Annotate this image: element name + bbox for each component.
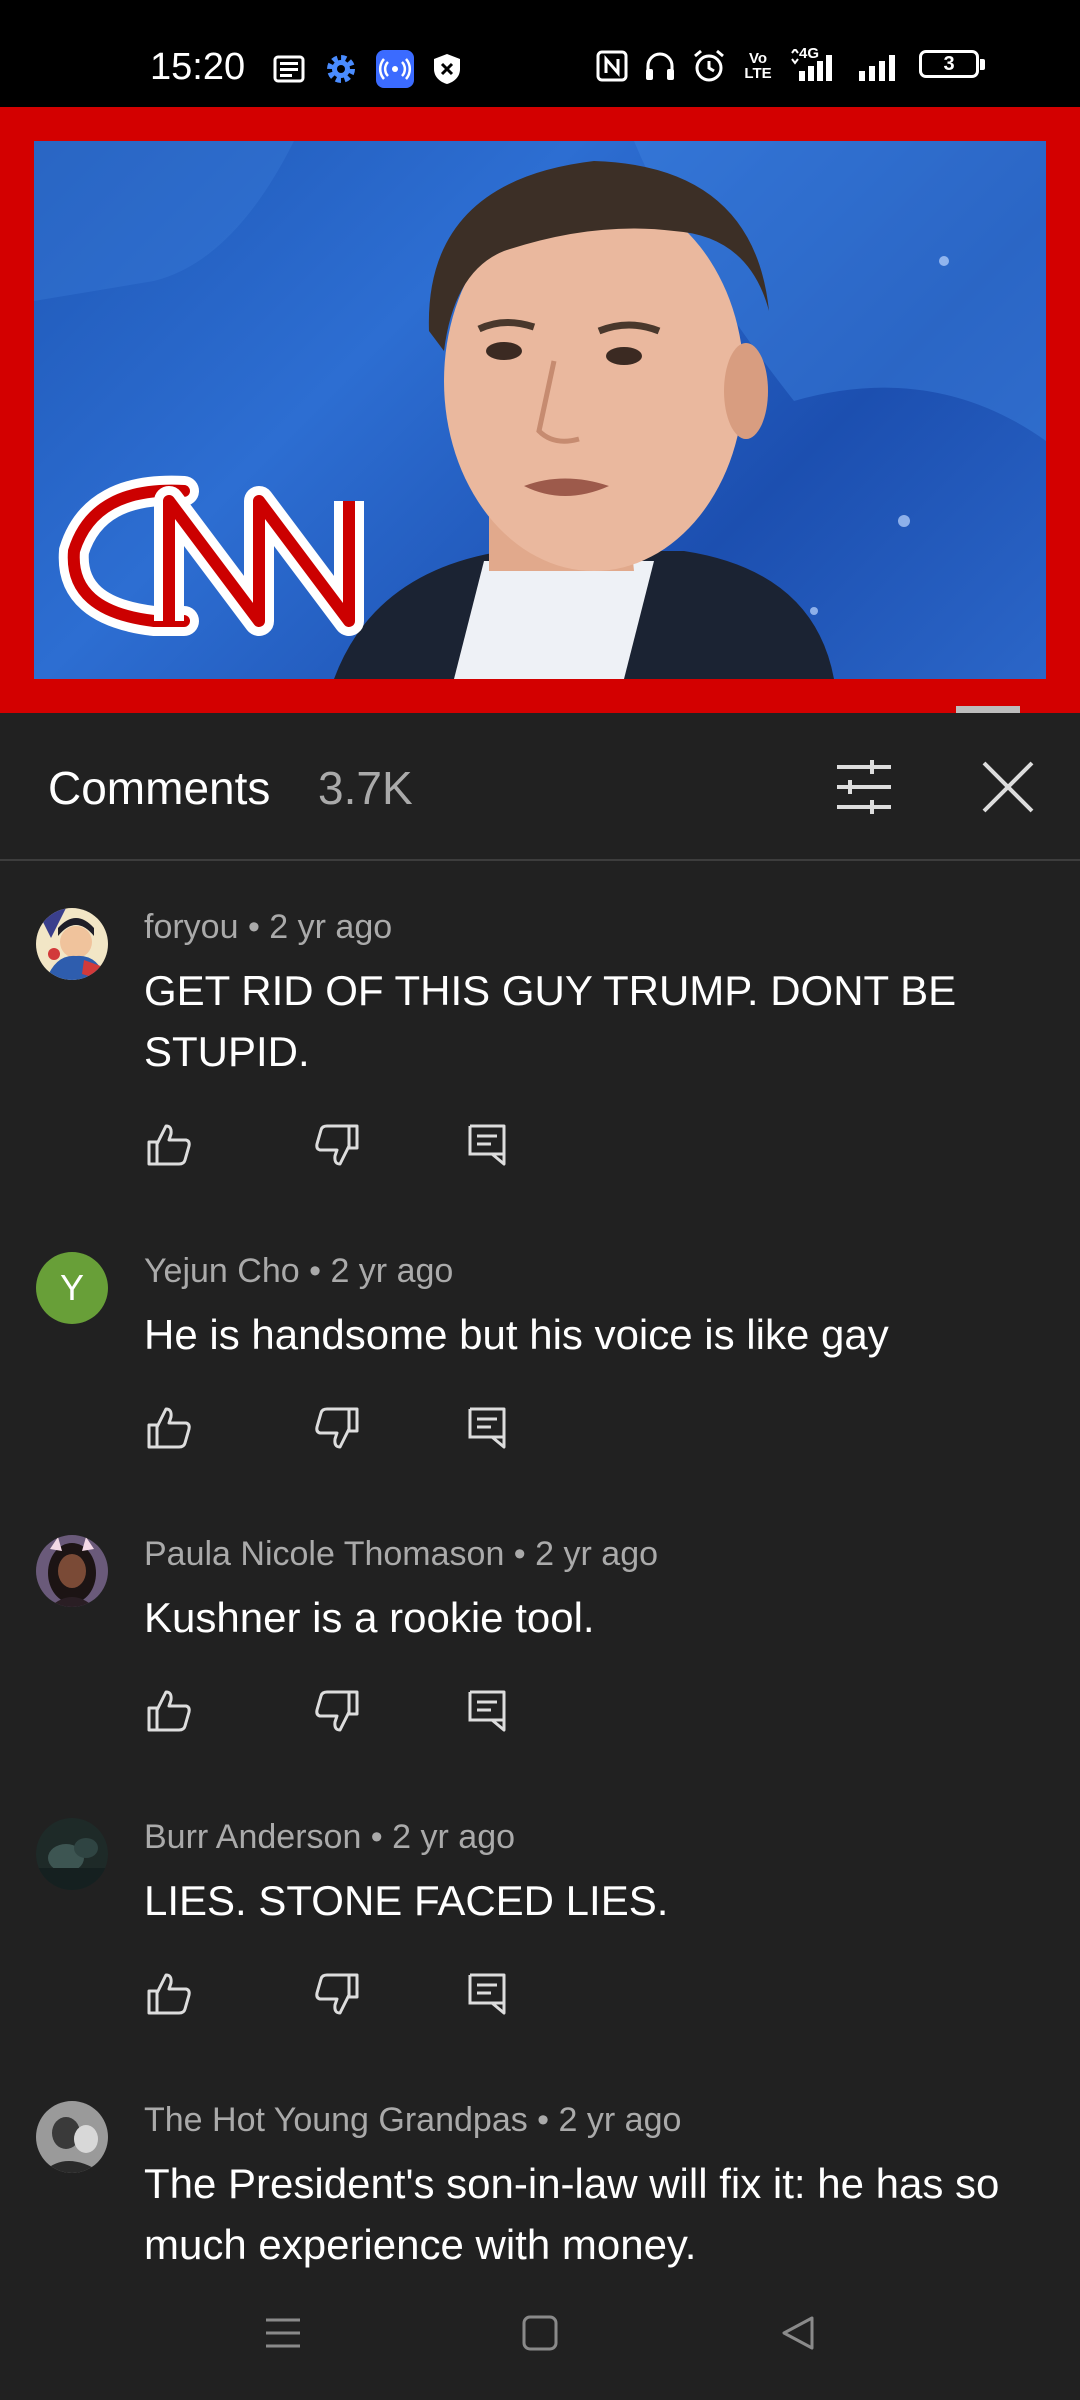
home-icon[interactable] [521, 2314, 559, 2352]
news-anchor-image [34, 141, 1046, 679]
comment-meta: The Hot Young Grandpas • 2 yr ago [144, 2101, 681, 2140]
comments-title: Comments [48, 762, 271, 814]
meta-separator: • [527, 2101, 559, 2139]
signal-icon [859, 55, 895, 81]
nfc-icon [596, 50, 628, 82]
battery-icon: 3 [919, 50, 987, 82]
comment-meta: foryou • 2 yr ago [144, 908, 392, 947]
comment-meta: Paula Nicole Thomason • 2 yr ago [144, 1535, 658, 1574]
dislike-icon[interactable] [312, 1969, 362, 2019]
reply-icon[interactable] [462, 1686, 512, 1736]
meta-separator: • [361, 1818, 393, 1856]
comment-text: Kushner is a rookie tool. [144, 1594, 595, 1641]
comment-author[interactable]: foryou [144, 908, 239, 946]
avatar-letter: Y [59, 1267, 84, 1308]
avatar[interactable] [36, 2101, 108, 2173]
comment-age: 2 yr ago [558, 2101, 682, 2139]
photo-avatar-icon [36, 1818, 108, 1890]
comment-meta: Yejun Cho • 2 yr ago [144, 1252, 453, 1291]
dislike-icon[interactable] [312, 1120, 362, 1170]
comment-text: GET RID OF THIS GUY TRUMP. DONT BE STUPI… [144, 967, 957, 1075]
menu-icon[interactable] [264, 2314, 302, 2352]
comment-text: The President's son-in-law will fix it: … [144, 2160, 1000, 2268]
reply-icon[interactable] [462, 1120, 512, 1170]
avatar[interactable] [36, 908, 108, 980]
headphones-icon [646, 52, 674, 80]
hotspot-icon [376, 50, 414, 88]
like-icon[interactable] [144, 1969, 194, 2019]
comment-age: 2 yr ago [269, 908, 393, 946]
volte-icon: Vo LTE [744, 50, 772, 82]
cartoon-avatar-icon [36, 908, 108, 980]
comment-meta: Burr Anderson • 2 yr ago [144, 1818, 515, 1857]
meta-separator: • [238, 908, 270, 946]
system-nav-bar [0, 2276, 1080, 2400]
status-bar: 15:20 Vo LTE 4G 3 [0, 0, 1080, 107]
video-thumbnail [34, 141, 1046, 679]
reply-icon[interactable] [462, 1403, 512, 1453]
comments-header: Comments 3.7K [0, 713, 1080, 861]
status-time: 15:20 [150, 46, 246, 88]
alarm-icon [694, 49, 724, 82]
avatar[interactable]: Y [36, 1252, 108, 1324]
comment-age: 2 yr ago [392, 1818, 516, 1856]
photo-avatar-icon [36, 1535, 108, 1607]
shield-icon [434, 54, 460, 84]
like-icon[interactable] [144, 1686, 194, 1736]
video-player[interactable] [0, 107, 1080, 713]
comment-text: He is handsome but his voice is like gay [144, 1311, 889, 1358]
avatar[interactable] [36, 1818, 108, 1890]
comment-author[interactable]: Burr Anderson [144, 1818, 361, 1856]
photo-avatar-icon [36, 2101, 108, 2173]
comment-text: LIES. STONE FACED LIES. [144, 1877, 669, 1924]
comments-count: 3.7K [318, 762, 413, 814]
cnn-logo [58, 475, 364, 636]
comment-author[interactable]: The Hot Young Grandpas [144, 2101, 528, 2139]
comment-author[interactable]: Paula Nicole Thomason [144, 1535, 504, 1573]
dislike-icon[interactable] [312, 1403, 362, 1453]
close-icon[interactable] [978, 757, 1038, 817]
4g-signal-icon: 4G [789, 45, 843, 83]
back-icon[interactable] [779, 2314, 817, 2352]
video-buffer [956, 706, 1020, 713]
video-progress-bar[interactable] [0, 706, 1080, 713]
comment-author[interactable]: Yejun Cho [144, 1252, 300, 1290]
comment-age: 2 yr ago [330, 1252, 454, 1290]
like-icon[interactable] [144, 1403, 194, 1453]
meta-separator: • [299, 1252, 331, 1290]
news-icon [273, 55, 305, 83]
reply-icon[interactable] [462, 1969, 512, 2019]
settings-icon [327, 55, 355, 83]
like-icon[interactable] [144, 1120, 194, 1170]
comment-age: 2 yr ago [535, 1535, 659, 1573]
dislike-icon[interactable] [312, 1686, 362, 1736]
meta-separator: • [504, 1535, 536, 1573]
avatar[interactable] [36, 1535, 108, 1607]
filter-icon[interactable] [834, 757, 894, 817]
